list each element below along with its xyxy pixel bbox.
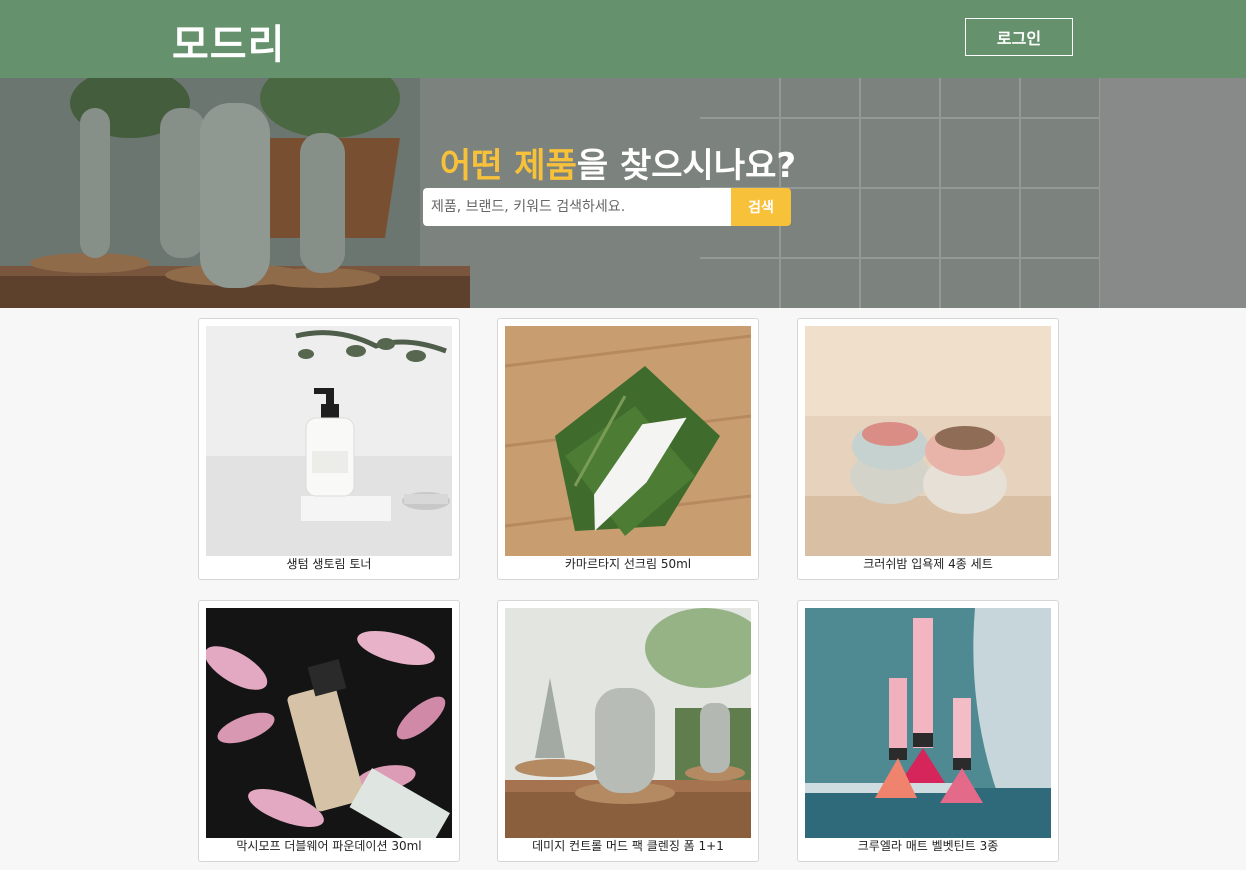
product-image[interactable] <box>505 608 751 838</box>
product-card[interactable]: 크러쉬밤 입욕제 4종 세트 <box>797 318 1059 580</box>
hero-title-highlight: 어떤 제품 <box>439 146 577 186</box>
top-header: 모드리 로그인 <box>0 0 1246 78</box>
hero-title-rest: 을 찾으시나요? <box>576 146 797 186</box>
product-card[interactable]: 막시모프 더블웨어 파운데이션 30ml <box>198 600 460 862</box>
product-image[interactable] <box>206 326 452 556</box>
search-button[interactable]: 검색 <box>731 188 791 226</box>
product-name[interactable]: 카마르타지 선크림 50ml <box>498 556 758 572</box>
login-button[interactable]: 로그인 <box>965 18 1073 56</box>
product-name[interactable]: 크러쉬밤 입욕제 4종 세트 <box>798 556 1058 572</box>
search-input[interactable] <box>423 188 731 226</box>
product-image[interactable] <box>805 326 1051 556</box>
hero-title: 어떤 제품을 찾으시나요? <box>0 138 1216 187</box>
product-card[interactable]: 크루엘라 매트 벨벳틴트 3종 <box>797 600 1059 862</box>
product-image[interactable] <box>206 608 452 838</box>
product-card[interactable]: 생텀 생토림 토너 <box>198 318 460 580</box>
product-card[interactable]: 카마르타지 선크림 50ml <box>497 318 759 580</box>
product-name[interactable]: 크루엘라 매트 벨벳틴트 3종 <box>798 838 1058 854</box>
product-card[interactable]: 데미지 컨트롤 머드 팩 클렌징 폼 1+1 <box>497 600 759 862</box>
product-name[interactable]: 막시모프 더블웨어 파운데이션 30ml <box>199 838 459 854</box>
search-bar: 검색 <box>423 188 791 226</box>
hero-banner: 어떤 제품을 찾으시나요? 검색 <box>0 78 1246 308</box>
product-name[interactable]: 데미지 컨트롤 머드 팩 클렌징 폼 1+1 <box>498 838 758 854</box>
product-name[interactable]: 생텀 생토림 토너 <box>199 556 459 572</box>
product-image[interactable] <box>805 608 1051 838</box>
product-image[interactable] <box>505 326 751 556</box>
site-logo[interactable]: 모드리 <box>172 12 285 70</box>
